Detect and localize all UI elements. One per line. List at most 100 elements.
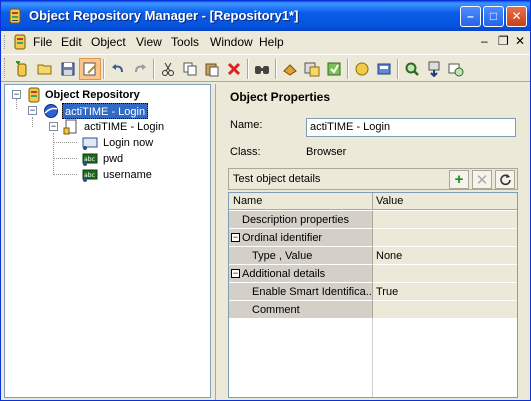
- menu-window[interactable]: Window: [210, 35, 253, 49]
- undo-icon[interactable]: [107, 58, 129, 80]
- details-title: Test object details: [233, 173, 321, 185]
- row-name: Type , Value: [252, 250, 313, 262]
- grid-row[interactable]: Enable Smart Identifica... True: [229, 283, 517, 301]
- row-value: None: [376, 250, 403, 262]
- tree-browser-node[interactable]: actiTIME - Login: [62, 103, 149, 119]
- collapse-icon[interactable]: −: [231, 233, 240, 242]
- toolbar-separator: [347, 59, 349, 79]
- refresh-icon[interactable]: [495, 170, 515, 189]
- highlight-icon[interactable]: [351, 58, 373, 80]
- column-divider: [372, 193, 373, 210]
- redo-icon[interactable]: [129, 58, 151, 80]
- update-icon[interactable]: [323, 58, 345, 80]
- collapse-icon[interactable]: −: [231, 269, 240, 278]
- grid-empty-area: [229, 319, 517, 397]
- properties-title: Object Properties: [230, 90, 331, 104]
- search-icon[interactable]: [401, 58, 423, 80]
- column-value-header[interactable]: Value: [376, 195, 403, 207]
- grid-value-cell[interactable]: [372, 211, 517, 229]
- find-icon[interactable]: [251, 58, 273, 80]
- mdi-close-button[interactable]: ✕: [515, 34, 525, 48]
- grid-row[interactable]: Comment: [229, 301, 517, 319]
- row-name: Enable Smart Identifica...: [252, 286, 375, 298]
- menubar-grip[interactable]: [4, 35, 7, 49]
- delete-icon[interactable]: [223, 58, 245, 80]
- toolbar-separator: [153, 59, 155, 79]
- grid-row[interactable]: Description properties: [229, 211, 517, 229]
- object-tree[interactable]: − Object Repository − actiTIME - Login −…: [4, 84, 211, 398]
- grid-value-cell[interactable]: None: [372, 247, 517, 265]
- grid-row[interactable]: − Additional details: [229, 265, 517, 283]
- locate-icon[interactable]: [373, 58, 395, 80]
- paste-icon[interactable]: [201, 58, 223, 80]
- copy-icon[interactable]: [179, 58, 201, 80]
- toolbar: [1, 54, 530, 82]
- grid-value-cell[interactable]: [372, 229, 517, 247]
- browser-icon: [44, 104, 58, 118]
- tree-page-node[interactable]: actiTIME - Login: [84, 119, 164, 135]
- save-icon[interactable]: [57, 58, 79, 80]
- tree-root-label[interactable]: Object Repository: [45, 87, 140, 103]
- edit-active-icon[interactable]: [79, 58, 101, 80]
- menu-help[interactable]: Help: [259, 35, 284, 49]
- object-spy-icon[interactable]: [279, 58, 301, 80]
- grid-value-cell[interactable]: [372, 301, 517, 319]
- menu-object[interactable]: Object: [91, 35, 126, 49]
- open-icon[interactable]: [34, 58, 56, 80]
- object-repository-window: Object Repository Manager - [Repository1…: [0, 0, 531, 401]
- export-icon[interactable]: [423, 58, 445, 80]
- toolbar-separator: [247, 59, 249, 79]
- grid-name-cell: Enable Smart Identifica...: [229, 283, 375, 301]
- menu-tools[interactable]: Tools: [171, 35, 199, 49]
- grid-value-cell[interactable]: True: [372, 283, 517, 301]
- minimize-button[interactable]: –: [460, 6, 481, 27]
- mdi-restore-button[interactable]: ❐: [498, 34, 509, 48]
- test-object-details-header: Test object details + ✕: [228, 168, 518, 190]
- grid-value-cell[interactable]: [372, 265, 517, 283]
- name-field[interactable]: actiTIME - Login: [306, 118, 516, 137]
- properties-grid[interactable]: Name Value Description properties − Ordi…: [228, 192, 518, 398]
- tree-child-node[interactable]: username: [103, 167, 152, 183]
- button-icon: [82, 137, 98, 150]
- grid-name-cell: Comment: [229, 301, 372, 319]
- menu-bar: File Edit Object View Tools Window Help …: [1, 32, 530, 52]
- tree-line: [53, 142, 77, 143]
- mdi-minimize-button[interactable]: –: [481, 34, 488, 48]
- tree-child-node[interactable]: pwd: [103, 151, 123, 167]
- window-title: Object Repository Manager - [Repository1…: [29, 8, 299, 23]
- expand-collapse-icon[interactable]: −: [12, 90, 21, 99]
- tree-line: [32, 117, 33, 127]
- tree-line: [53, 174, 77, 175]
- svg-text:abc: abc: [84, 172, 95, 179]
- define-icon[interactable]: [445, 58, 467, 80]
- class-value: Browser: [306, 146, 347, 158]
- title-bar[interactable]: Object Repository Manager - [Repository1…: [1, 1, 530, 31]
- remove-property-icon[interactable]: ✕: [472, 170, 492, 189]
- add-property-icon[interactable]: +: [449, 170, 469, 189]
- tree-line: [53, 133, 54, 175]
- add-objects-icon[interactable]: [301, 58, 323, 80]
- cut-icon[interactable]: [157, 58, 179, 80]
- tree-child-node[interactable]: Login now: [103, 135, 153, 151]
- grid-name-cell: Type , Value: [229, 247, 372, 265]
- repository-menu-icon[interactable]: [13, 34, 27, 50]
- row-name: Additional details: [242, 268, 326, 280]
- tree-line: [53, 158, 77, 159]
- toolbar-separator: [103, 59, 105, 79]
- menu-file[interactable]: File: [33, 35, 52, 49]
- add-object-icon[interactable]: [11, 58, 33, 80]
- toolbar-separator: [397, 59, 399, 79]
- grid-row[interactable]: Type , Value None: [229, 247, 517, 265]
- row-value: True: [376, 286, 399, 298]
- edit-field-icon: abc: [82, 169, 98, 182]
- grid-row[interactable]: − Ordinal identifier: [229, 229, 517, 247]
- menu-view[interactable]: View: [136, 35, 162, 49]
- close-button[interactable]: ✕: [506, 6, 527, 27]
- maximize-button[interactable]: □: [483, 6, 504, 27]
- expand-collapse-icon[interactable]: −: [49, 122, 58, 131]
- toolbar-grip[interactable]: [4, 58, 7, 78]
- expand-collapse-icon[interactable]: −: [28, 106, 37, 115]
- menu-edit[interactable]: Edit: [61, 35, 82, 49]
- row-name: Description properties: [242, 214, 349, 226]
- column-name-header[interactable]: Name: [233, 195, 262, 207]
